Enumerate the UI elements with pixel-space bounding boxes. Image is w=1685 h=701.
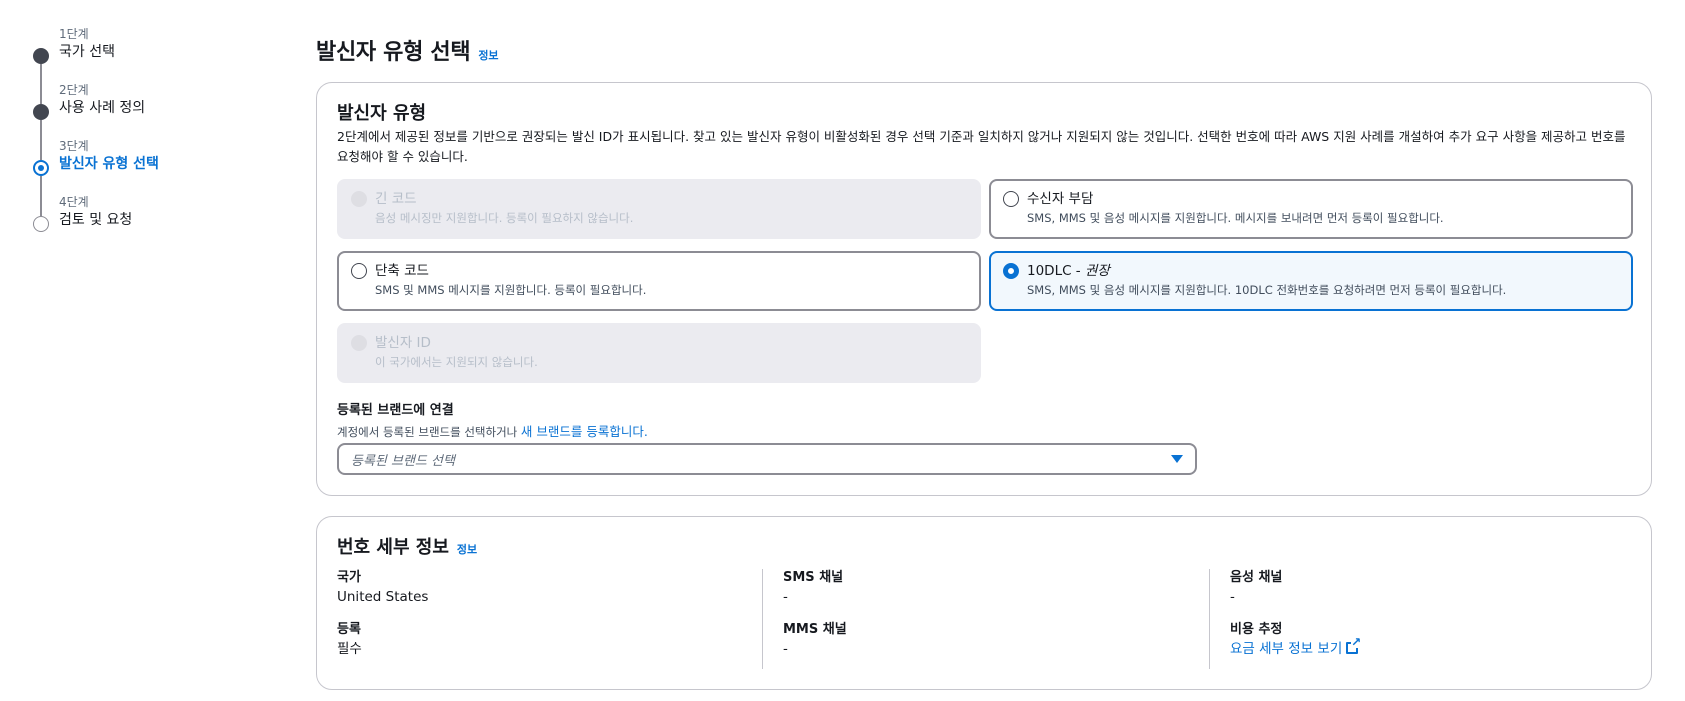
radio-icon[interactable] <box>1003 191 1019 207</box>
caret-down-icon <box>1171 455 1183 463</box>
tile-label: 긴 코드 <box>375 191 417 207</box>
tile-sender-id: 발신자 ID 이 국가에서는 지원되지 않습니다. <box>337 323 981 383</box>
country-field: 국가 United States <box>337 569 757 607</box>
tile-label: 수신자 부담 <box>1027 191 1094 207</box>
step-connector <box>40 138 42 160</box>
sms-channel-field: SMS 채널 - <box>783 569 1192 607</box>
section-title: 발신자 유형 <box>337 103 427 124</box>
step-connector <box>40 194 42 216</box>
field-value: United States <box>337 589 429 605</box>
step-title[interactable]: 국가 선택 <box>59 42 273 62</box>
details-column-1: 국가 United States 등록 필수 <box>337 569 757 669</box>
step-number: 1단계 <box>59 27 89 41</box>
voice-channel-field: 음성 채널 - <box>1230 569 1639 607</box>
pricing-details-link[interactable]: 요금 세부 정보 보기 <box>1230 641 1342 657</box>
external-link-icon[interactable] <box>1346 636 1362 654</box>
field-value: - <box>1230 589 1235 605</box>
field-value: - <box>783 589 788 605</box>
tile-description: SMS, MMS 및 음성 메시지를 지원합니다. 10DLC 전화번호를 요청… <box>1027 283 1507 297</box>
tile-10dlc[interactable]: 10DLC - 권장 SMS, MMS 및 음성 메시지를 지원합니다. 10D… <box>989 251 1633 311</box>
radio-icon[interactable] <box>351 263 367 279</box>
field-value: - <box>783 641 788 657</box>
brand-select-placeholder: 등록된 브랜드 선택 <box>351 453 455 469</box>
mms-channel-field: MMS 채널 - <box>783 621 1192 659</box>
step-number: 4단계 <box>59 195 89 209</box>
wizard-steps: 1단계 국가 선택 2단계 사용 사례 정의 3단계 발신자 유형 선택 4단계… <box>33 26 273 250</box>
field-label: 등록 <box>337 622 361 637</box>
page-header: 발신자 유형 선택 정보 <box>316 34 499 66</box>
brand-select[interactable]: 등록된 브랜드 선택 <box>337 443 1197 475</box>
step-connector <box>40 176 42 194</box>
step-4: 4단계 검토 및 요청 <box>33 194 273 250</box>
cost-estimate-field: 비용 추정 요금 세부 정보 보기 <box>1230 621 1639 659</box>
section-description: 2단계에서 제공된 정보를 기반으로 권장되는 발신 ID가 표시됩니다. 찾고… <box>337 129 1626 164</box>
step-connector <box>40 64 42 82</box>
field-label: MMS 채널 <box>783 622 847 637</box>
tile-label: 발신자 ID <box>375 335 431 351</box>
register-brand-link[interactable]: 새 브랜드를 등록합니다. <box>521 424 648 439</box>
field-label: 비용 추정 <box>1230 622 1283 637</box>
step-3[interactable]: 3단계 발신자 유형 선택 <box>33 138 273 194</box>
radio-icon <box>351 335 367 351</box>
section-title: 번호 세부 정보 <box>337 537 449 558</box>
step-complete-icon <box>33 48 49 64</box>
tile-short-code[interactable]: 단축 코드 SMS 및 MMS 메시지를 지원합니다. 등록이 필요합니다. <box>337 251 981 311</box>
step-current-icon <box>33 160 49 176</box>
step-connector <box>40 120 42 138</box>
number-details-container: 번호 세부 정보 정보 국가 United States 등록 필수 SMS 채… <box>316 516 1652 690</box>
page-title: 발신자 유형 선택 <box>316 40 471 65</box>
field-label: 음성 채널 <box>1230 570 1283 585</box>
registration-field: 등록 필수 <box>337 621 757 659</box>
field-label: SMS 채널 <box>783 570 844 585</box>
brand-desc-text: 계정에서 등록된 브랜드를 선택하거나 <box>337 425 521 439</box>
step-number: 2단계 <box>59 83 89 97</box>
step-1[interactable]: 1단계 국가 선택 <box>33 26 273 82</box>
tile-description: SMS, MMS 및 음성 메시지를 지원합니다. 메시지를 보내려면 먼저 등… <box>1027 211 1444 225</box>
radio-icon <box>351 191 367 207</box>
step-2[interactable]: 2단계 사용 사례 정의 <box>33 82 273 138</box>
step-connector <box>40 82 42 104</box>
step-pending-icon <box>33 216 49 232</box>
info-link[interactable]: 정보 <box>457 541 477 557</box>
field-value: 필수 <box>337 641 362 657</box>
tile-description: 이 국가에서는 지원되지 않습니다. <box>375 355 538 369</box>
recommended-label: 권장 <box>1084 263 1110 279</box>
tile-label-text: 10DLC - <box>1027 263 1085 279</box>
tile-long-code: 긴 코드 음성 메시징만 지원합니다. 등록이 필요하지 않습니다. <box>337 179 981 239</box>
step-title[interactable]: 사용 사례 정의 <box>59 98 273 118</box>
step-title: 검토 및 요청 <box>59 212 133 228</box>
tile-label: 단축 코드 <box>375 263 429 279</box>
tile-label: 10DLC - 권장 <box>1027 261 1617 281</box>
details-header: 번호 세부 정보 정보 <box>337 533 477 559</box>
details-column-2: SMS 채널 - MMS 채널 - <box>762 569 1192 669</box>
tile-toll-free[interactable]: 수신자 부담 SMS, MMS 및 음성 메시지를 지원합니다. 메시지를 보내… <box>989 179 1633 239</box>
details-column-3: 음성 채널 - 비용 추정 요금 세부 정보 보기 <box>1209 569 1639 669</box>
info-link[interactable]: 정보 <box>478 47 498 63</box>
brand-field-label: 등록된 브랜드에 연결 <box>337 403 454 418</box>
field-label: 국가 <box>337 570 361 585</box>
sender-type-container: 발신자 유형 2단계에서 제공된 정보를 기반으로 권장되는 발신 ID가 표시… <box>316 82 1652 496</box>
tile-description: 음성 메시징만 지원합니다. 등록이 필요하지 않습니다. <box>375 211 634 225</box>
tile-description: SMS 및 MMS 메시지를 지원합니다. 등록이 필요합니다. <box>375 283 647 297</box>
step-number: 3단계 <box>59 139 89 153</box>
radio-selected-icon[interactable] <box>1003 263 1019 279</box>
brand-field-description: 계정에서 등록된 브랜드를 선택하거나 새 브랜드를 등록합니다. <box>337 421 648 440</box>
step-complete-icon <box>33 104 49 120</box>
step-title[interactable]: 발신자 유형 선택 <box>59 154 273 174</box>
field-value: 요금 세부 정보 보기 <box>1230 636 1639 659</box>
